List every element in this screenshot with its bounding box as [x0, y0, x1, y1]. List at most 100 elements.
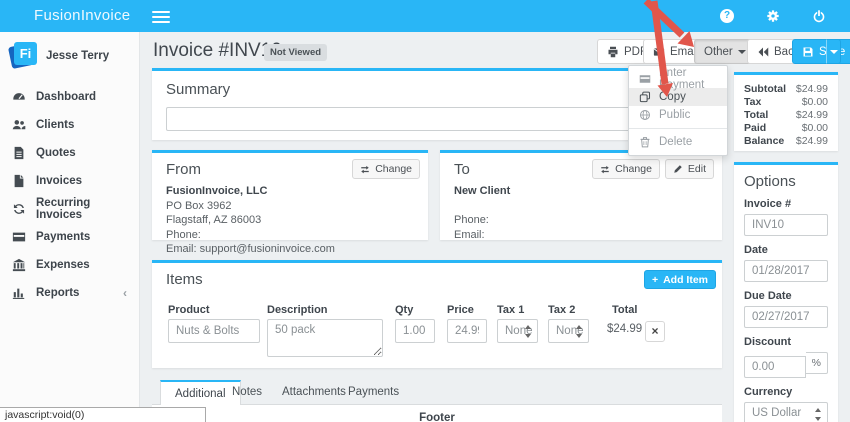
save-dropdown-toggle[interactable]	[826, 39, 841, 64]
plus-icon: +	[652, 274, 658, 286]
quotes-file-icon	[12, 146, 26, 160]
sidebar-item-recurring-invoices[interactable]: Recurring Invoices	[0, 195, 139, 223]
caret-down-icon	[738, 50, 746, 54]
qty-input[interactable]	[395, 319, 435, 343]
fusioninvoice-app: FusionInvoice ? Fi Jesse Terry Dashboard…	[0, 0, 850, 422]
tax1-select[interactable]: None	[497, 319, 538, 343]
from-phone: Phone:	[166, 228, 414, 243]
to-edit-button[interactable]: Edit	[665, 159, 714, 179]
page-title: Invoice #INV10	[153, 40, 282, 62]
menu-item-delete[interactable]: Delete	[629, 133, 727, 151]
credit-card-icon	[639, 73, 651, 85]
sidebar-item-invoices[interactable]: Invoices	[0, 167, 139, 195]
user-name: Jesse Terry	[46, 50, 109, 62]
summary-heading: Summary	[166, 81, 708, 98]
chevron-left-icon: ‹	[123, 286, 127, 300]
items-card: Items + Add Item Product Description Qty…	[152, 260, 722, 368]
tax-value: $0.00	[802, 96, 828, 109]
backward-icon	[757, 46, 769, 58]
sidebar-item-clients[interactable]: Clients	[0, 111, 139, 139]
options-heading: Options	[744, 173, 828, 190]
to-email: Email:	[454, 228, 708, 243]
brand-logo[interactable]: FusionInvoice	[34, 7, 130, 24]
tax-label: Tax	[744, 96, 761, 109]
balance-value: $24.99	[796, 135, 828, 148]
pencil-icon	[673, 164, 683, 174]
payments-credit-card-icon	[12, 230, 26, 244]
help-icon[interactable]: ?	[720, 9, 734, 23]
date-input[interactable]	[744, 260, 828, 282]
save-floppy-icon	[802, 46, 814, 58]
menu-item-public[interactable]: Public	[629, 106, 727, 124]
select-stepper-icon	[575, 325, 583, 339]
col-tax2: Tax 2	[548, 304, 575, 316]
expenses-bank-icon	[12, 258, 26, 272]
options-card: Options Invoice # Date Due Date Discount…	[734, 162, 838, 422]
discount-label: Discount	[744, 336, 828, 348]
date-label: Date	[744, 244, 828, 256]
hamburger-menu-icon[interactable]	[152, 8, 170, 24]
save-button[interactable]: Save	[792, 39, 850, 64]
add-item-button[interactable]: + Add Item	[644, 270, 716, 289]
sidebar-item-payments[interactable]: Payments	[0, 223, 139, 251]
to-client-name: New Client	[454, 184, 708, 199]
product-input[interactable]	[168, 319, 260, 343]
remove-item-button[interactable]: ×	[645, 321, 665, 342]
paid-value: $0.00	[802, 122, 828, 135]
from-email: Email: support@fusioninvoice.com	[166, 242, 414, 257]
sidebar-item-dashboard[interactable]: Dashboard	[0, 83, 139, 111]
percent-addon: %	[806, 352, 828, 374]
copy-icon	[639, 91, 651, 103]
price-input[interactable]	[447, 319, 487, 343]
sidebar-item-quotes[interactable]: Quotes	[0, 139, 139, 167]
from-address-line2: Flagstaff, AZ 86003	[166, 213, 414, 228]
sidebar-item-expenses[interactable]: Expenses	[0, 251, 139, 279]
subtotal-value: $24.99	[796, 83, 828, 96]
description-textarea[interactable]: 50 pack	[267, 319, 383, 357]
col-description: Description	[267, 304, 328, 316]
top-navbar: FusionInvoice ?	[0, 0, 850, 32]
col-qty: Qty	[395, 304, 413, 316]
from-change-button[interactable]: Change	[352, 159, 420, 179]
avatar: Fi	[10, 42, 37, 69]
user-profile[interactable]: Fi Jesse Terry	[0, 32, 139, 83]
tab-content: Footer	[152, 405, 722, 422]
to-change-button[interactable]: Change	[592, 159, 660, 179]
tab-payments[interactable]: Payments	[334, 380, 413, 405]
from-address-line1: PO Box 3962	[166, 199, 414, 214]
settings-gear-icon[interactable]	[766, 9, 780, 23]
item-row	[168, 319, 260, 343]
paid-label: Paid	[744, 122, 766, 135]
invoice-number-label: Invoice #	[744, 198, 828, 210]
total-label: Total	[744, 109, 768, 122]
tax2-select[interactable]: None	[548, 319, 589, 343]
tab-bar: Additional Notes Attachments Payments	[152, 380, 722, 405]
trash-icon	[639, 136, 651, 148]
total-value: $24.99	[796, 109, 828, 122]
col-total: Total	[612, 304, 637, 316]
currency-select[interactable]: US Dollar	[744, 402, 828, 422]
invoices-file-icon	[12, 174, 26, 188]
link-status-bar: javascript:void(0)	[0, 407, 206, 422]
logout-power-icon[interactable]	[812, 9, 826, 23]
caret-down-icon	[830, 50, 838, 54]
sidebar: Fi Jesse Terry Dashboard Clients Quotes …	[0, 32, 140, 422]
from-card: From Change FusionInvoice, LLC PO Box 39…	[152, 150, 428, 240]
totals-card: Subtotal $24.99 Tax $0.00 Total $24.99 Paid…	[734, 72, 838, 151]
discount-input[interactable]	[744, 356, 806, 378]
summary-input[interactable]	[166, 107, 708, 131]
invoice-number-input[interactable]	[744, 214, 828, 236]
subtotal-label: Subtotal	[744, 83, 786, 96]
other-dropdown-menu: Enter Payment Copy Public Delete	[628, 65, 728, 156]
envelope-icon	[653, 46, 665, 58]
due-date-input[interactable]	[744, 306, 828, 328]
sidebar-item-reports[interactable]: Reports ‹	[0, 279, 139, 307]
row-total: $24.99	[607, 323, 642, 335]
exchange-icon	[360, 164, 370, 174]
items-heading: Items	[166, 271, 708, 288]
from-company: FusionInvoice, LLC	[166, 184, 414, 199]
select-stepper-icon	[524, 325, 532, 339]
due-date-label: Due Date	[744, 290, 828, 302]
menu-item-enter-payment[interactable]: Enter Payment	[629, 70, 727, 88]
col-price: Price	[447, 304, 474, 316]
